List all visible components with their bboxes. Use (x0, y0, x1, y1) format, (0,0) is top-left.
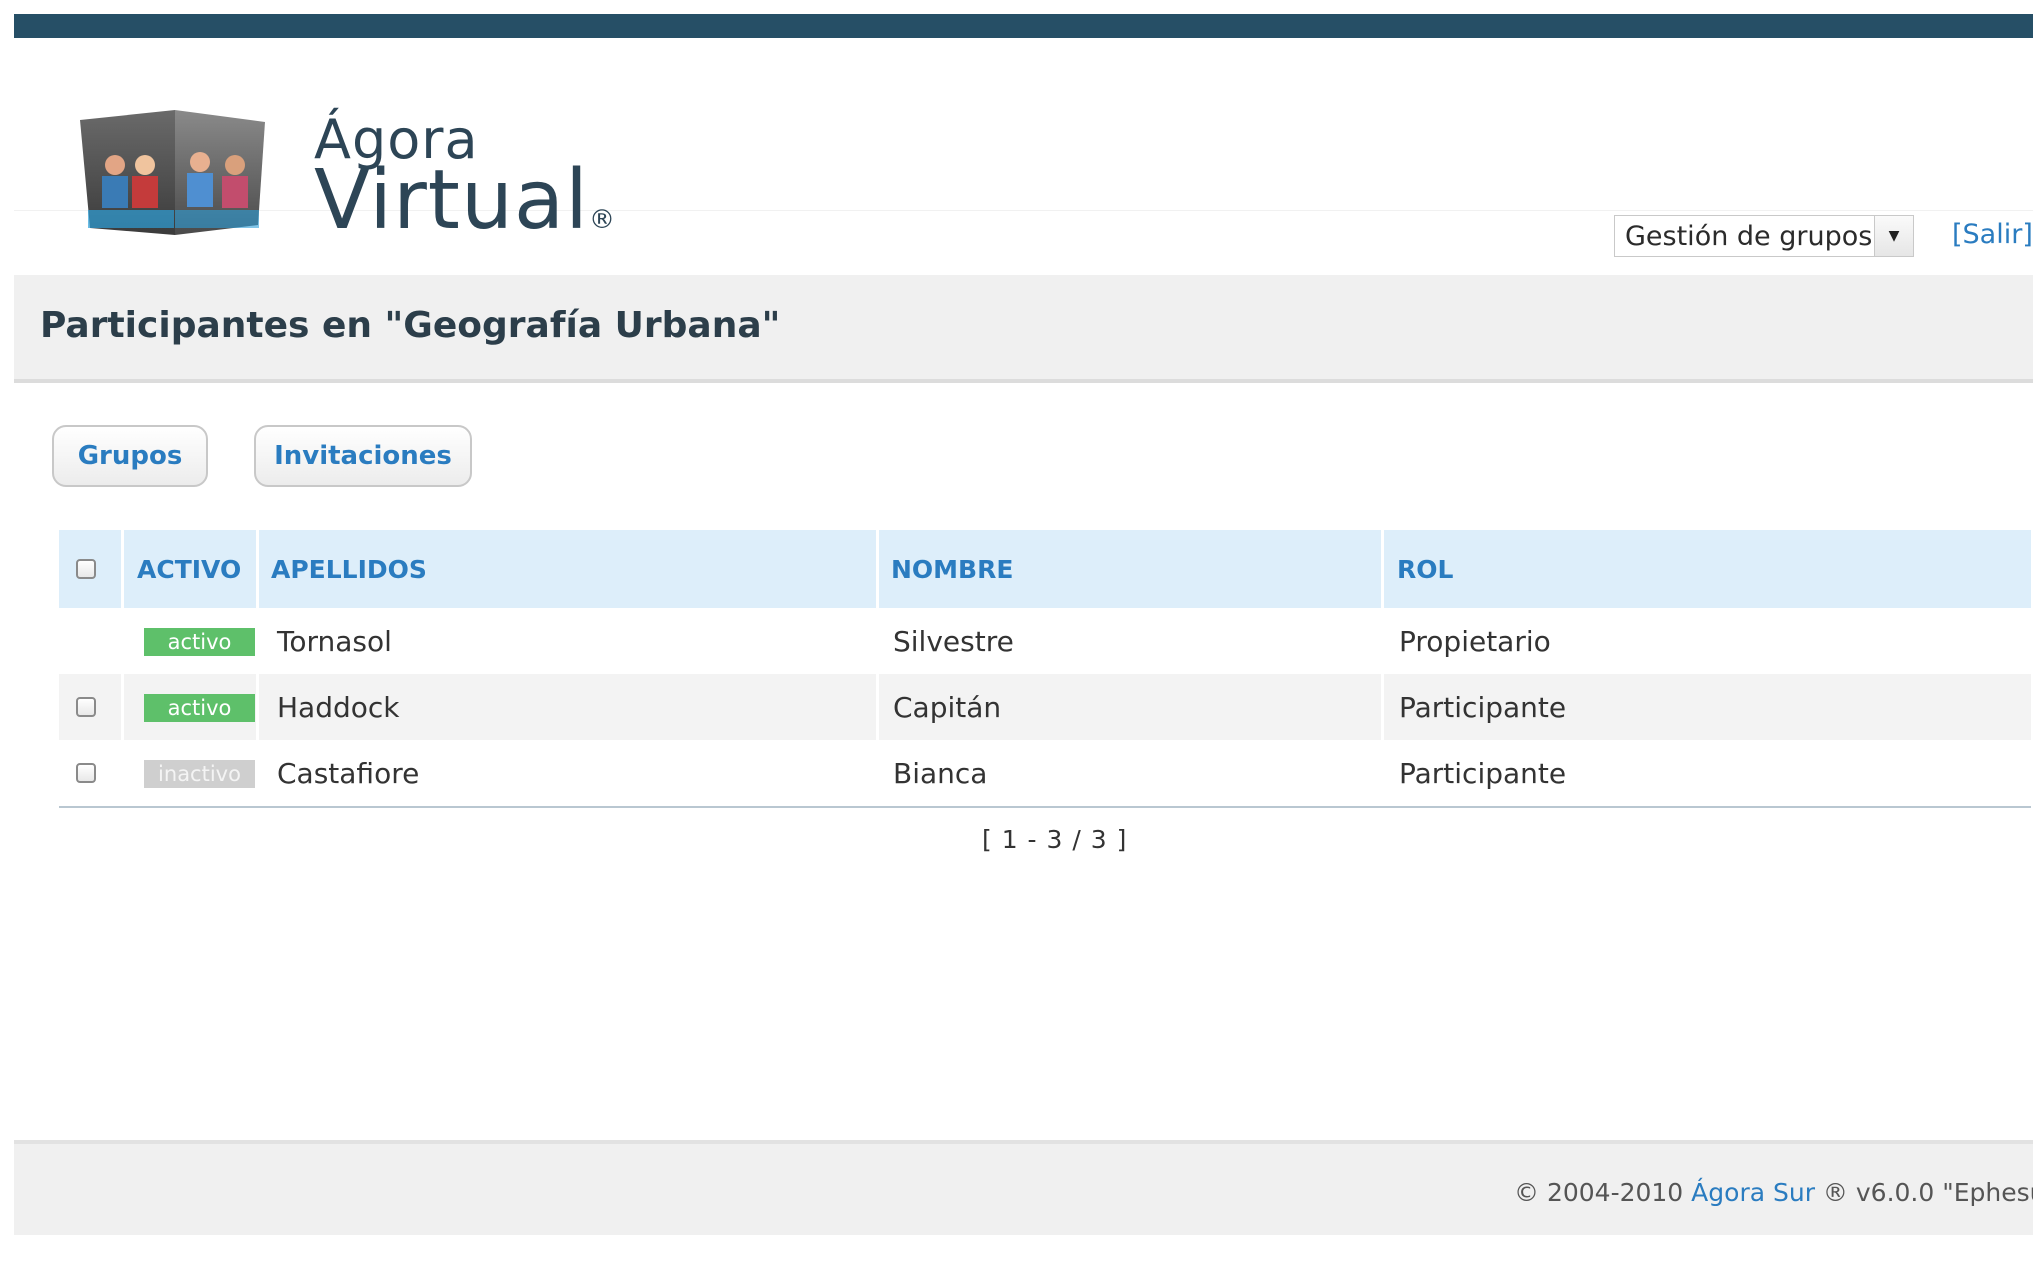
chevron-down-icon[interactable]: ▼ (1874, 216, 1913, 256)
pagination-info: [ 1 - 3 / 3 ] (982, 825, 1128, 854)
tab-grupos[interactable]: Grupos (52, 425, 208, 487)
cell-surname: Haddock (277, 690, 400, 724)
table-row[interactable]: activo Haddock Capitán Participante (59, 674, 2031, 740)
cell-surname: Castafiore (277, 756, 420, 790)
section-select[interactable]: Gestión de grupos ▼ (1614, 215, 1914, 257)
top-bar (14, 14, 2033, 38)
logout-link[interactable]: [Salir] (1952, 219, 2033, 250)
brand-name-bottom: Virtual® (314, 160, 616, 260)
app-window: Ágora Virtual® Gestión de grupos ▼ [Sali… (14, 0, 2033, 1261)
tab-invitaciones[interactable]: Invitaciones (254, 425, 472, 487)
footer-copyright: © 2004-2010 (1514, 1178, 1692, 1207)
table-bottom-border (59, 806, 2031, 808)
brand-name-virtual: Virtual (314, 153, 589, 248)
column-rol[interactable]: ROL (1397, 530, 1453, 608)
select-all-checkbox[interactable] (76, 559, 96, 579)
footer: © 2004-2010 Ágora Sur ® v6.0.0 "Ephesus" (14, 1140, 2033, 1235)
cell-role: Propietario (1399, 624, 1551, 658)
people-cube-logo (80, 110, 265, 235)
page-title: Participantes en "Geografía Urbana" (40, 305, 781, 346)
table-header: ACTIVO APELLIDOS NOMBRE ROL (59, 530, 2031, 608)
status-badge: activo (144, 628, 255, 656)
table-row[interactable]: inactivo Castafiore Bianca Participante (59, 740, 2031, 806)
footer-link-agora-sur[interactable]: Ágora Sur (1691, 1178, 1815, 1207)
column-nombre[interactable]: NOMBRE (891, 530, 1013, 608)
row-checkbox[interactable] (76, 697, 96, 717)
participants-table: ACTIVO APELLIDOS NOMBRE ROL activo Torna… (59, 530, 2031, 808)
cell-role: Participante (1399, 690, 1567, 724)
column-activo[interactable]: ACTIVO (137, 530, 241, 608)
column-apellidos[interactable]: APELLIDOS (271, 530, 427, 608)
status-badge: activo (144, 694, 255, 722)
cell-surname: Tornasol (277, 624, 392, 658)
registered-mark: ® (588, 205, 616, 235)
cell-name: Bianca (893, 756, 988, 790)
section-select-value: Gestión de grupos (1625, 220, 1873, 252)
row-checkbox[interactable] (76, 763, 96, 783)
cell-role: Participante (1399, 756, 1567, 790)
table-row[interactable]: activo Tornasol Silvestre Propietario (59, 608, 2031, 674)
page-title-bar: Participantes en "Geografía Urbana" (14, 275, 2033, 383)
status-badge: inactivo (144, 760, 255, 788)
footer-version: ® v6.0.0 "Ephesus" (1822, 1178, 2033, 1207)
brand-name: Ágora Virtual® (314, 113, 616, 260)
logo (72, 70, 272, 270)
footer-text: © 2004-2010 Ágora Sur ® v6.0.0 "Ephesus" (1514, 1178, 2033, 1207)
cell-name: Silvestre (893, 624, 1014, 658)
cell-name: Capitán (893, 690, 1002, 724)
